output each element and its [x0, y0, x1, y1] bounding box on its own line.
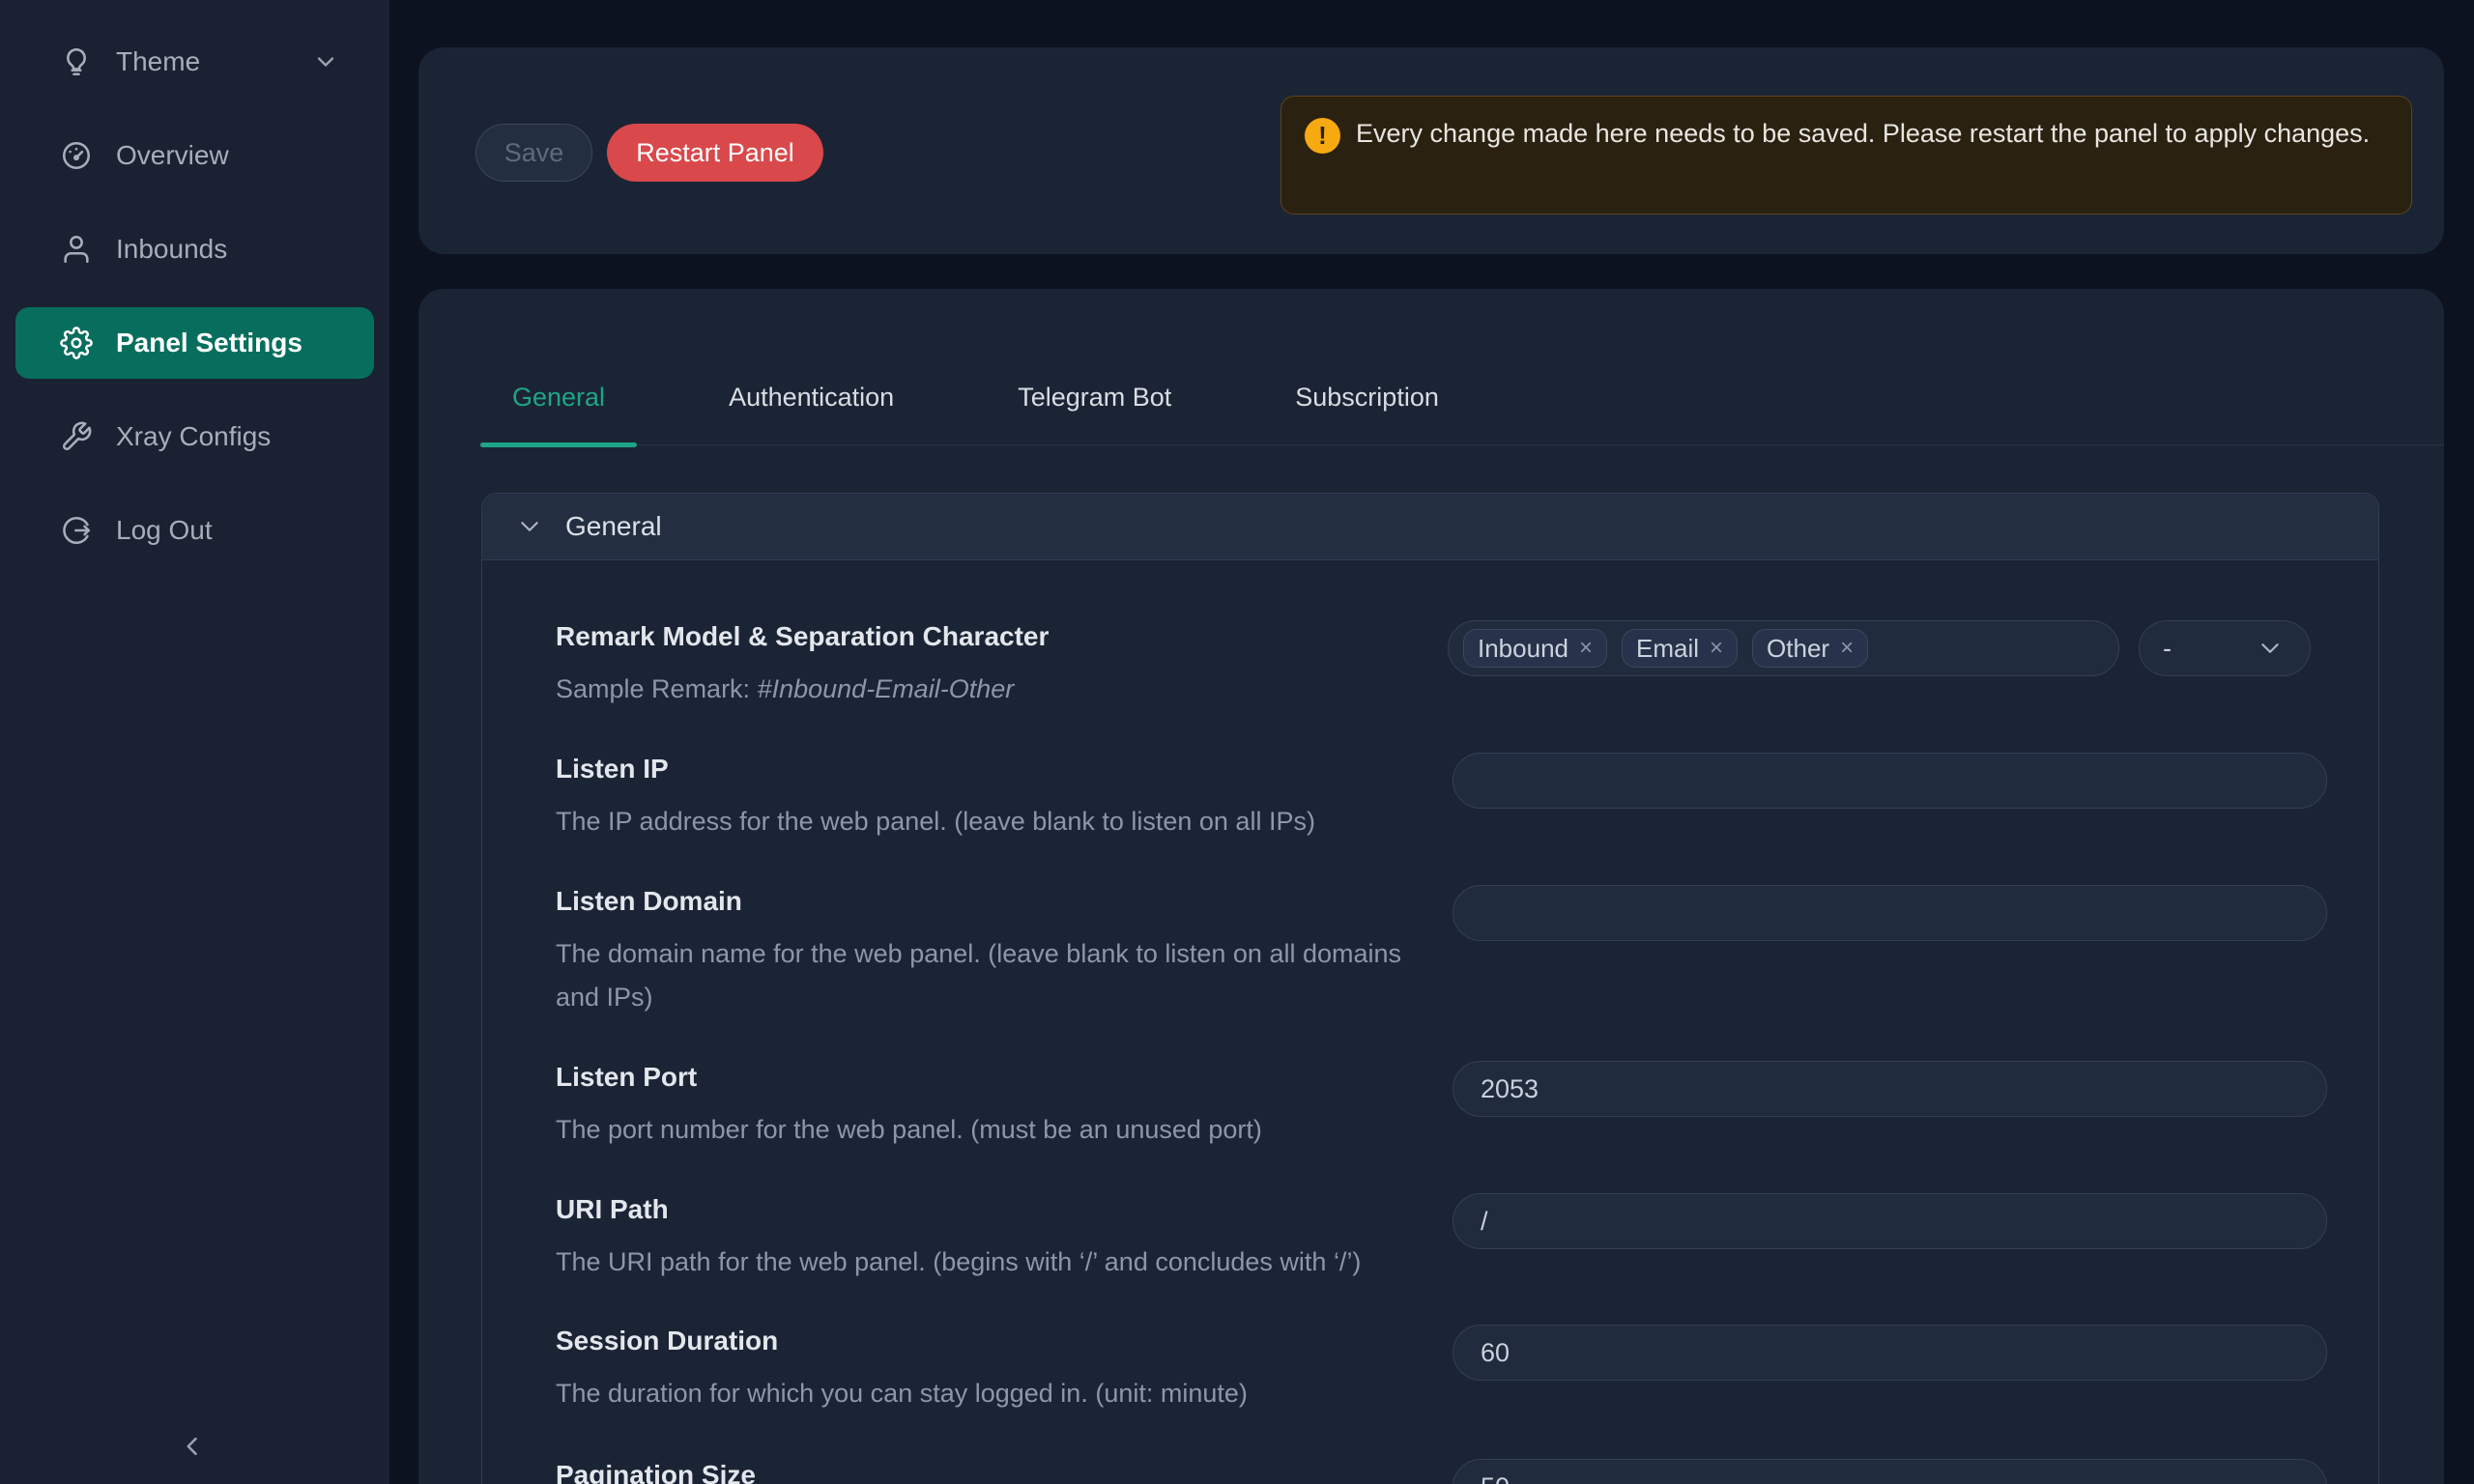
form-row-pagination-size: Pagination Size	[556, 1459, 2325, 1484]
warning-alert: ! Every change made here needs to be sav…	[1280, 96, 2412, 214]
listen-domain-input[interactable]	[1453, 885, 2327, 941]
section-title: General	[565, 511, 662, 542]
sidebar-menu: Theme Overview Inbounds	[0, 0, 389, 566]
field-description: The domain name for the web panel. (leav…	[556, 932, 1416, 1019]
sidebar-item-label: Inbounds	[116, 234, 227, 265]
tag-other: Other ×	[1752, 629, 1868, 668]
tab-telegram-bot[interactable]: Telegram Bot	[986, 380, 1203, 444]
chevron-down-icon	[2258, 636, 2283, 661]
remove-tag-icon[interactable]: ×	[1579, 637, 1593, 660]
sidebar-collapse-button[interactable]	[170, 1424, 215, 1469]
chevron-left-icon	[176, 1430, 209, 1463]
sidebar-item-label: Log Out	[116, 515, 213, 546]
form-row-listen-port: Listen Port The port number for the web …	[556, 1061, 2325, 1094]
field-description: Sample Remark: #Inbound-Email-Other	[556, 668, 1416, 711]
form-row-listen-domain: Listen Domain The domain name for the we…	[556, 885, 2325, 918]
panel-settings-page: Theme Overview Inbounds	[0, 0, 2474, 1484]
sidebar-item-theme[interactable]: Theme	[15, 26, 374, 98]
logout-icon	[60, 514, 93, 547]
save-button[interactable]: Save	[475, 124, 592, 182]
gear-icon	[60, 327, 93, 359]
remove-tag-icon[interactable]: ×	[1840, 637, 1854, 660]
sidebar-item-log-out[interactable]: Log Out	[15, 495, 374, 566]
tag-label: Inbound	[1478, 634, 1568, 664]
form-row-remark-model: Remark Model & Separation Character Samp…	[556, 620, 2325, 653]
field-description: The IP address for the web panel. (leave…	[556, 800, 1416, 843]
sidebar-item-label: Panel Settings	[116, 328, 302, 358]
warning-alert-text: Every change made here needs to be saved…	[1356, 119, 2370, 148]
warning-icon: !	[1305, 118, 1340, 154]
settings-card: General Authentication Telegram Bot Subs…	[418, 289, 2444, 1484]
sidebar: Theme Overview Inbounds	[0, 0, 389, 1484]
general-section-header[interactable]: General	[482, 494, 2378, 560]
field-description: The port number for the web panel. (must…	[556, 1108, 1416, 1152]
sidebar-item-xray-configs[interactable]: Xray Configs	[15, 401, 374, 472]
uri-path-input[interactable]	[1453, 1193, 2327, 1249]
sidebar-item-panel-settings[interactable]: Panel Settings	[15, 307, 374, 379]
field-description: The URI path for the web panel. (begins …	[556, 1241, 1416, 1284]
tab-authentication[interactable]: Authentication	[697, 380, 926, 444]
dashboard-icon	[60, 139, 93, 172]
sidebar-item-inbounds[interactable]: Inbounds	[15, 214, 374, 285]
separator-select-value: -	[2163, 634, 2172, 664]
listen-port-input[interactable]	[1453, 1061, 2327, 1117]
sidebar-item-overview[interactable]: Overview	[15, 120, 374, 191]
restart-panel-button[interactable]: Restart Panel	[607, 124, 823, 182]
form-row-listen-ip: Listen IP The IP address for the web pan…	[556, 753, 2325, 785]
listen-ip-input[interactable]	[1453, 753, 2327, 809]
remove-tag-icon[interactable]: ×	[1710, 637, 1723, 660]
tag-label: Other	[1767, 634, 1829, 664]
general-section-body: Remark Model & Separation Character Samp…	[482, 560, 2378, 1484]
user-icon	[60, 233, 93, 266]
pagination-size-input[interactable]	[1453, 1459, 2327, 1484]
tag-label: Email	[1636, 634, 1699, 664]
sidebar-item-label: Overview	[116, 140, 229, 171]
actions-card: Save Restart Panel ! Every change made h…	[418, 47, 2444, 254]
form-row-uri-path: URI Path The URI path for the web panel.…	[556, 1193, 2325, 1226]
remark-model-multiselect[interactable]: Inbound × Email × Other ×	[1448, 620, 2119, 676]
sidebar-item-label: Xray Configs	[116, 421, 271, 452]
bulb-icon	[60, 45, 93, 78]
settings-tabs: General Authentication Telegram Bot Subs…	[480, 289, 2444, 445]
separator-select[interactable]: -	[2139, 620, 2311, 676]
tab-general[interactable]: General	[480, 380, 637, 444]
sample-remark-value: #Inbound-Email-Other	[758, 674, 1015, 703]
tag-inbound: Inbound ×	[1463, 629, 1607, 668]
field-description: The duration for which you can stay logg…	[556, 1372, 1416, 1415]
tag-email: Email ×	[1622, 629, 1738, 668]
session-duration-input[interactable]	[1453, 1325, 2327, 1381]
sidebar-item-label: Theme	[116, 46, 200, 77]
sample-remark-prefix: Sample Remark:	[556, 674, 758, 703]
tab-subscription[interactable]: Subscription	[1263, 380, 1471, 444]
chevron-down-icon	[517, 514, 542, 539]
chevron-down-icon	[312, 48, 339, 75]
general-section: General Remark Model & Separation Charac…	[481, 493, 2379, 1484]
form-row-session-duration: Session Duration The duration for which …	[556, 1325, 2325, 1357]
wrench-icon	[60, 420, 93, 453]
